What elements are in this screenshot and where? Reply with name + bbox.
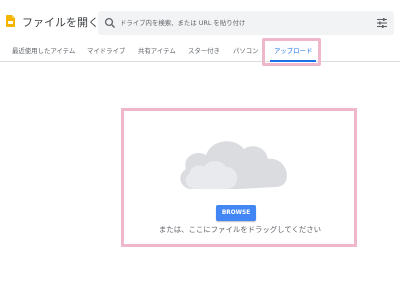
- tune-icon[interactable]: [376, 17, 388, 29]
- search-box[interactable]: [98, 11, 394, 35]
- search-input[interactable]: [120, 14, 370, 32]
- tab-starred[interactable]: スター付き: [188, 46, 220, 55]
- cloud-icon: [180, 141, 287, 189]
- upload-tab-highlight: [262, 38, 321, 66]
- header: ファイルを開く: [0, 0, 400, 40]
- document-icon: [6, 15, 15, 27]
- drop-instruction: または、ここにファイルをドラッグしてください: [158, 225, 322, 234]
- browse-button[interactable]: BROWSE: [216, 205, 256, 221]
- dialog-title: ファイルを開く: [22, 16, 99, 29]
- tab-shared[interactable]: 共有アイテム: [138, 46, 176, 55]
- tab-computers[interactable]: パソコン: [233, 46, 259, 55]
- tab-bar: 最近使用したアイテム マイドライブ 共有アイテム スター付き パソコン アップロ…: [0, 40, 400, 62]
- tab-my-drive[interactable]: マイドライブ: [87, 46, 125, 55]
- search-icon: [104, 17, 115, 28]
- tab-recent[interactable]: 最近使用したアイテム: [12, 46, 75, 55]
